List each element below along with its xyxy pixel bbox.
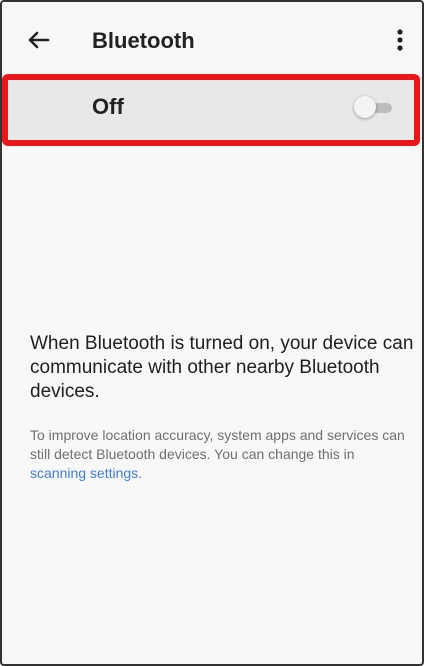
app-bar: Bluetooth [2,2,422,78]
bluetooth-switch[interactable] [354,96,394,120]
scanning-settings-link[interactable]: scanning settings [30,465,138,481]
page-title: Bluetooth [92,28,195,53]
more-options-button[interactable] [386,24,414,56]
phone-screen: Bluetooth Off When Bluetooth is turned o… [0,0,424,666]
more-vert-icon [397,29,403,51]
scanning-note: To improve location accuracy, system app… [30,426,410,483]
back-button[interactable] [20,22,56,58]
arrow-left-icon [28,31,50,49]
bluetooth-state-label: Off [92,94,124,119]
bluetooth-toggle-row[interactable]: Off [2,76,422,140]
scanning-note-end: . [138,465,143,481]
switch-thumb [354,96,376,118]
bluetooth-description: When Bluetooth is turned on, your device… [30,333,414,402]
scanning-note-text: To improve location accuracy, system app… [30,427,405,462]
